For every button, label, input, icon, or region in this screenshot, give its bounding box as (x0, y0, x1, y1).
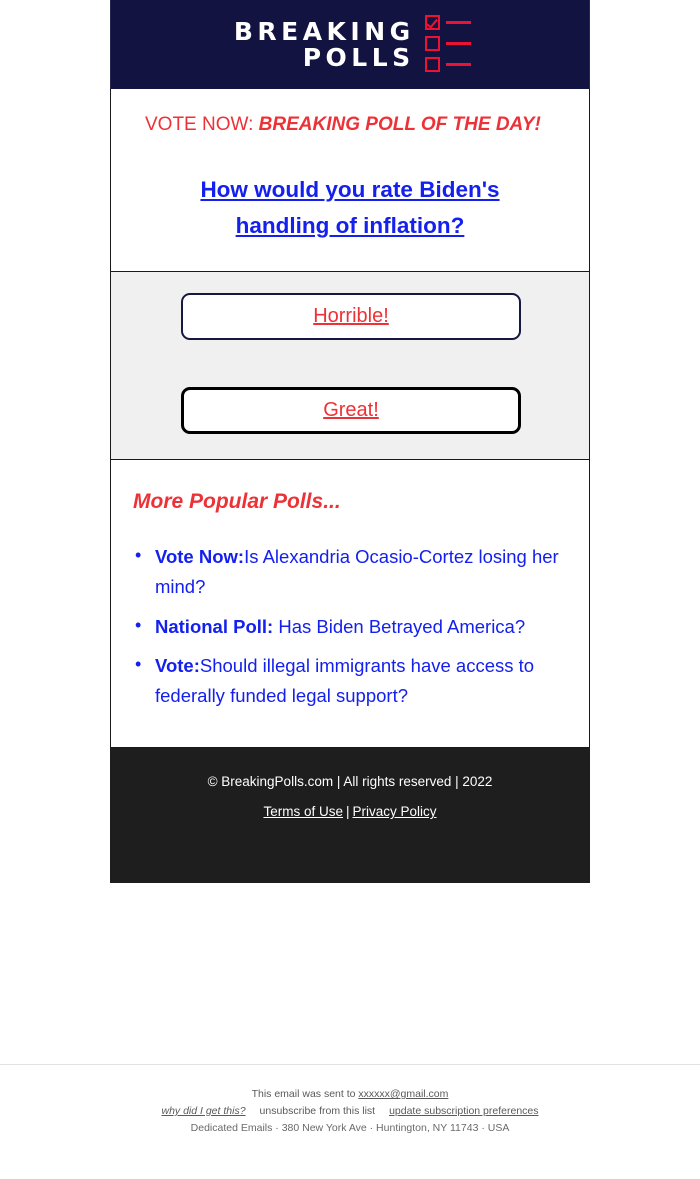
unsubscribe-label[interactable]: unsubscribe from this list (260, 1105, 376, 1117)
sent-to-line: This email was sent to xxxxxx@gmail.com (0, 1086, 700, 1103)
email-footer: © BreakingPolls.com | All rights reserve… (110, 748, 590, 884)
dash-icon (445, 42, 471, 45)
intro-block: VOTE NOW: BREAKING POLL OF THE DAY! How … (110, 89, 590, 272)
poll-item-text: Has Biden Betrayed America? (273, 615, 526, 637)
dash-icon (445, 21, 471, 24)
more-polls-list: Vote Now:Is Alexandria Ocasio-Cortez los… (123, 541, 567, 712)
update-preferences-link[interactable]: update subscription preferences (389, 1105, 538, 1117)
list-item[interactable]: Vote Now:Is Alexandria Ocasio-Cortez los… (123, 541, 567, 602)
poll-question[interactable]: How would you rate Biden's handling of i… (145, 172, 555, 245)
brand-logo[interactable]: BREAKING POLLS (229, 15, 471, 74)
poll-item-prefix: Vote Now: (155, 545, 245, 567)
kicker-lead: VOTE NOW: (145, 114, 259, 135)
more-polls-section: More Popular Polls... Vote Now:Is Alexan… (110, 459, 590, 749)
copyright-text: © BreakingPolls.com | All rights reserve… (207, 774, 493, 790)
sent-to-prefix: This email was sent to (251, 1088, 359, 1100)
privacy-policy-link[interactable]: Privacy Policy (353, 804, 437, 819)
poll-item-prefix: Vote: (155, 655, 200, 677)
page-divider (0, 1064, 700, 1065)
poll-item-prefix: National Poll: (155, 615, 274, 637)
footer-link-separator: | (345, 804, 350, 820)
dash-icon (445, 63, 471, 66)
poll-question-link-line1[interactable]: How would you rate Biden's (200, 177, 499, 202)
email-card: BREAKING POLLS VOTE NOW: BREAKING POLL O… (110, 0, 590, 884)
checkbox-empty-icon (424, 36, 440, 51)
footer-links: Terms of Use | Privacy Policy (130, 804, 570, 819)
checkbox-checked-icon (424, 15, 440, 30)
vote-section: Horrible! Great! (110, 271, 590, 460)
poll-item-text: Should illegal immigrants have access to… (155, 655, 535, 707)
list-item[interactable]: Vote:Should illegal immigrants have acce… (123, 650, 567, 711)
why-did-i-get-this-link[interactable]: why did I get this? (161, 1105, 245, 1117)
email-header: BREAKING POLLS (110, 0, 590, 89)
vote-button-horrible[interactable]: Horrible! (181, 292, 521, 340)
logo-line-1: BREAKING (233, 17, 415, 46)
kicker-text: VOTE NOW: BREAKING POLL OF THE DAY! (145, 113, 555, 138)
terms-of-use-link[interactable]: Terms of Use (263, 804, 343, 819)
logo-wordmark: BREAKING POLLS (229, 19, 414, 70)
checklist-icon (424, 15, 471, 74)
email-page: BREAKING POLLS VOTE NOW: BREAKING POLL O… (0, 0, 700, 1179)
recipient-email-link[interactable]: xxxxxx@gmail.com (358, 1088, 448, 1100)
checkbox-empty-icon (424, 57, 440, 72)
subscription-links-line: why did I get this? unsubscribe from this… (0, 1103, 700, 1120)
vote-button-great[interactable]: Great! (181, 386, 521, 434)
checklist-row-1 (424, 15, 471, 30)
client-footer: This email was sent to xxxxxx@gmail.com … (0, 1086, 700, 1137)
sender-address: Dedicated Emails · 380 New York Ave · Hu… (190, 1122, 510, 1134)
kicker-emphasis: BREAKING POLL OF THE DAY! (258, 114, 541, 135)
more-polls-title: More Popular Polls... (133, 489, 341, 513)
logo-line-2: POLLS (302, 42, 415, 72)
checklist-row-2 (424, 36, 471, 51)
checklist-row-3 (424, 57, 471, 72)
poll-question-link-line2[interactable]: handling of inflation? (236, 213, 465, 238)
list-item[interactable]: National Poll: Has Biden Betrayed Americ… (123, 611, 567, 642)
